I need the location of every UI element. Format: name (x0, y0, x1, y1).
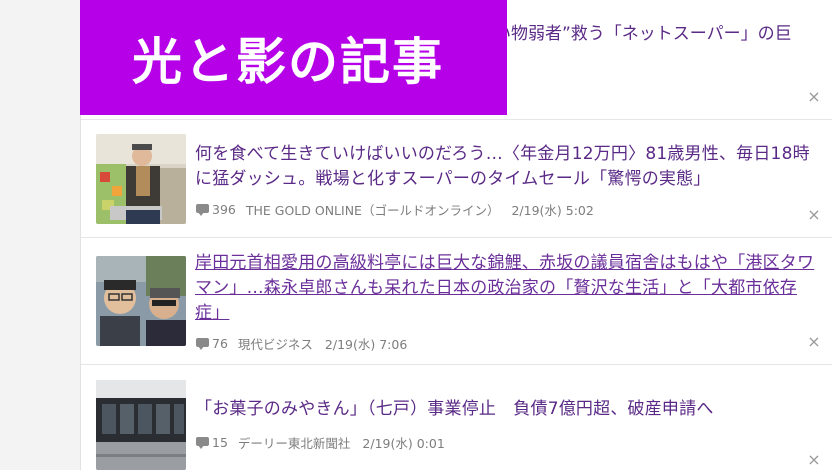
close-icon[interactable]: × (807, 207, 821, 223)
article-title-link[interactable]: 岸田元首相愛用の高級料亭には巨大な錦鯉、赤坂の議員宿舎はもはや「港区タワマン」…… (195, 251, 819, 326)
article-time: 2/19(水) 5:02 (511, 203, 594, 218)
article-thumbnail[interactable] (96, 256, 186, 346)
news-item[interactable]: 何を食べて生きていけばいいのだろう…〈年金月12万円〉81歳男性、毎日18時に猛… (81, 120, 832, 238)
comment-count[interactable]: 15 (212, 435, 228, 450)
comment-icon (196, 337, 210, 350)
left-gutter (0, 0, 80, 470)
article-time: 2/19(水) 0:01 (362, 436, 445, 451)
close-icon[interactable]: × (807, 89, 821, 105)
article-source: THE GOLD ONLINE（ゴールドオンライン） (245, 203, 500, 218)
close-icon[interactable]: × (807, 334, 821, 350)
comment-count[interactable]: 76 (212, 336, 228, 351)
article-meta: 15 デーリー東北新聞社 2/19(水) 0:01 (196, 433, 445, 452)
news-item[interactable]: 岸田元首相愛用の高級料亭には巨大な錦鯉、赤坂の議員宿舎はもはや「港区タワマン」…… (81, 238, 832, 365)
article-source: 現代ビジネス (237, 337, 313, 352)
article-meta: 396 THE GOLD ONLINE（ゴールドオンライン） 2/19(水) 5… (196, 200, 594, 219)
article-thumbnail[interactable] (96, 134, 186, 224)
news-item[interactable]: 「お菓子のみやきん」（七戸）事業停止 負債7億円超、破産申請へ 15 デーリー東… (81, 365, 832, 470)
comment-count[interactable]: 396 (212, 202, 236, 217)
storefront-photo-image (96, 380, 186, 470)
close-icon[interactable]: × (807, 452, 821, 468)
article-title-link[interactable]: 何を食べて生きていけばいいのだろう…〈年金月12万円〉81歳男性、毎日18時に猛… (195, 142, 819, 192)
comment-icon (196, 436, 210, 449)
overlay-banner: 光と影の記事 (80, 0, 507, 115)
shopper-photo-image (96, 134, 186, 224)
article-title-link[interactable]: 「お菓子のみやきん」（七戸）事業停止 負債7億円超、破産申請へ (195, 397, 819, 422)
article-source: デーリー東北新聞社 (237, 436, 351, 451)
comment-icon (196, 203, 210, 216)
article-meta: 76 現代ビジネス 2/19(水) 7:06 (196, 334, 407, 353)
article-time: 2/19(水) 7:06 (324, 337, 408, 352)
article-thumbnail[interactable] (96, 380, 186, 470)
article-title-link[interactable]: い物弱者”救う「ネットスーパー」の巨 (494, 22, 792, 47)
portrait-photo-image (96, 256, 186, 346)
